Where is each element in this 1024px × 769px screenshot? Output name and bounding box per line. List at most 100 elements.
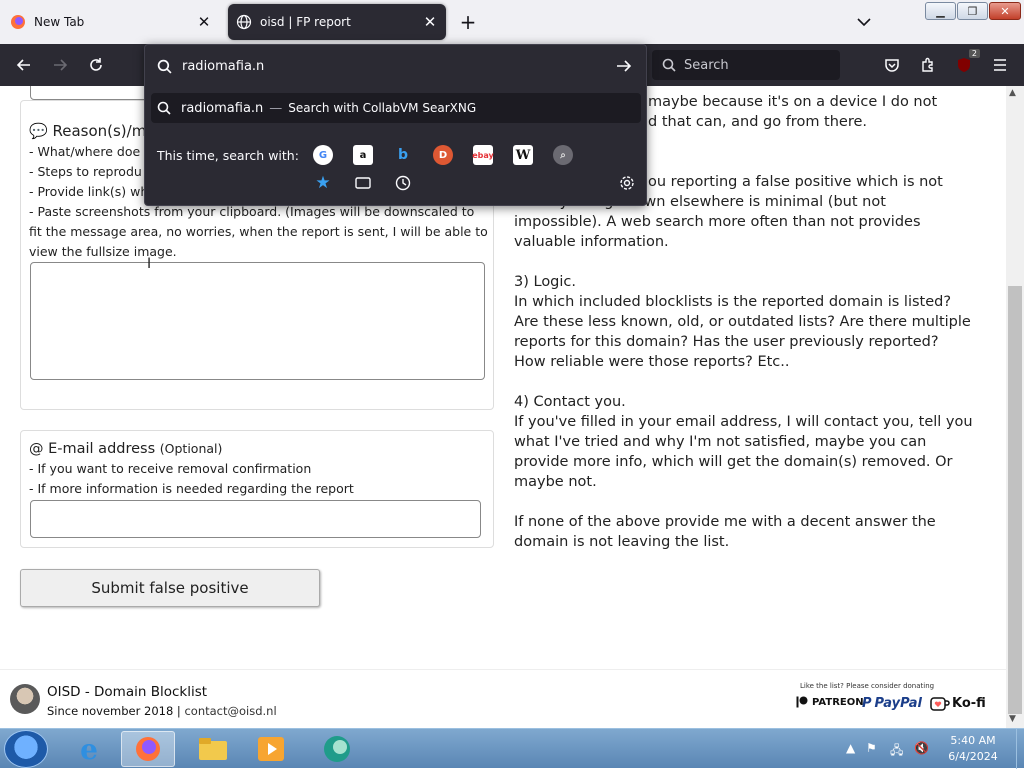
globe-icon (236, 14, 252, 30)
footer-title: OISD - Domain Blocklist (47, 684, 208, 700)
wikipedia-engine-icon[interactable]: W (513, 145, 533, 165)
email-line: - If you want to receive removal confirm… (29, 461, 312, 476)
patreon-link[interactable]: PATREON (796, 696, 864, 708)
pocket-button[interactable] (878, 51, 906, 79)
tabs-icon[interactable] (353, 173, 373, 193)
avatar (10, 684, 40, 714)
search-suggestion-row[interactable]: radiomafia.n — Search with CollabVM Sear… (151, 93, 641, 123)
close-tab-icon[interactable]: ✕ (420, 12, 440, 32)
tab-fp-report[interactable]: oisd | FP report ✕ (228, 4, 446, 40)
extensions-button[interactable] (914, 51, 942, 79)
paypal-link[interactable]: P PayPal (862, 696, 922, 711)
since-text: Since november 2018 | (47, 704, 181, 718)
history-clock-icon[interactable] (393, 173, 413, 193)
text-cursor-icon: I (147, 256, 152, 272)
info-line: How reliable were those reports? Etc.. (514, 354, 790, 370)
search-bar[interactable]: Search (652, 50, 840, 80)
info-line: reports for this domain? Has the user pr… (514, 334, 939, 350)
contact-link[interactable]: contact@oisd.nl (184, 704, 276, 718)
tab-label: oisd | FP report (260, 15, 351, 29)
app-taskbar-icon[interactable] (310, 731, 364, 767)
minimize-button[interactable]: ▁ (925, 2, 956, 20)
info-line: maybe not. (514, 474, 597, 490)
search-settings-gear-icon[interactable] (617, 173, 637, 193)
close-window-button[interactable]: ✕ (989, 2, 1021, 20)
bing-engine-icon[interactable]: b (393, 145, 413, 165)
go-arrow-icon[interactable] (610, 52, 638, 80)
pocket-icon (885, 59, 899, 72)
submit-false-positive-button[interactable]: Submit false positive (20, 569, 320, 607)
search-icon (662, 58, 676, 72)
scroll-up-icon[interactable]: ▲ (1009, 88, 1016, 98)
scroll-thumb[interactable] (1008, 286, 1022, 714)
action-center-flag-icon[interactable]: ⚑ (866, 741, 877, 755)
amazon-engine-icon[interactable]: a (353, 145, 373, 165)
forward-button[interactable] (46, 51, 74, 79)
app-menu-button[interactable] (986, 51, 1014, 79)
url-input-row (145, 45, 646, 87)
reload-button[interactable] (82, 51, 110, 79)
close-tab-icon[interactable]: ✕ (194, 12, 214, 32)
google-engine-icon[interactable]: G (313, 145, 333, 165)
search-icon (157, 59, 172, 74)
firefox-taskbar-icon[interactable] (121, 731, 175, 767)
ebay-engine-icon[interactable]: ebay (472, 145, 494, 165)
donate-note: Like the list? Please consider donating (800, 682, 935, 690)
reason-line: - What/where doe (29, 144, 141, 159)
info-line: maybe because it's on a device I do not (648, 94, 938, 110)
page-scrollbar[interactable]: ▲ ▼ (1006, 86, 1024, 728)
arrow-right-icon (54, 59, 68, 71)
info-line: valuable information. (514, 234, 669, 250)
firefox-icon (10, 14, 26, 30)
suggestion-text: radiomafia.n (181, 100, 264, 116)
start-button[interactable] (4, 730, 48, 768)
internet-explorer-taskbar-icon[interactable]: e (62, 731, 116, 767)
volume-muted-icon[interactable]: 🔇 (914, 741, 929, 755)
clock[interactable]: 5:40 AM 6/4/2024 (934, 733, 1012, 765)
paypal-label: PayPal (874, 696, 922, 711)
info-line: In which included blocklists is the repo… (514, 294, 952, 310)
reload-icon (90, 58, 102, 71)
bookmarks-star-icon[interactable]: ★ (313, 173, 333, 193)
kofi-label: Ko-fi (952, 696, 986, 711)
search-placeholder: Search (684, 57, 729, 73)
list-all-tabs-button[interactable] (852, 10, 876, 34)
email-title: @ E-mail address (29, 441, 156, 457)
puzzle-icon (922, 57, 933, 72)
oneoff-search-label: This time, search with: (157, 148, 299, 163)
paypal-icon: P (862, 696, 872, 711)
file-explorer-taskbar-icon[interactable] (186, 731, 240, 767)
url-input[interactable] (182, 58, 610, 74)
email-heading: @ E-mail address (Optional) (29, 439, 222, 459)
reason-line: view the fullsize image. (29, 244, 177, 259)
back-button[interactable] (10, 51, 38, 79)
suggestion-engine-text: Search with CollabVM SearXNG (288, 101, 477, 115)
email-line: - If more information is needed regardin… (29, 481, 354, 496)
show-desktop-button[interactable] (1016, 729, 1024, 769)
searxng-engine-icon[interactable]: ⌕ (553, 145, 573, 165)
ublock-shield-icon (958, 58, 970, 72)
tab-new-tab[interactable]: New Tab ✕ (2, 4, 220, 40)
hamburger-icon (994, 59, 1006, 71)
media-player-taskbar-icon[interactable] (244, 731, 298, 767)
reason-line: - Steps to reprodu (29, 164, 142, 179)
tab-strip: New Tab ✕ oisd | FP report ✕ + ▁ ❐ ✕ (0, 0, 1024, 44)
reason-line: fit the message area, no worries, when t… (29, 224, 488, 239)
scroll-down-icon[interactable]: ▼ (1009, 714, 1016, 724)
network-icon[interactable]: 🖧 (890, 741, 903, 762)
contact-heading: 4) Contact you. (514, 394, 626, 410)
kofi-link[interactable]: Ko-fi (930, 696, 986, 711)
email-optional-label: (Optional) (159, 441, 223, 456)
new-tab-button[interactable]: + (456, 10, 480, 34)
show-hidden-icons[interactable]: ▲ (846, 741, 855, 755)
maximize-button[interactable]: ❐ (957, 2, 988, 20)
url-dropdown-panel: radiomafia.n — Search with CollabVM Sear… (144, 44, 647, 206)
email-field[interactable] (30, 500, 481, 538)
info-line: impossible). A web search more often tha… (514, 214, 921, 230)
ublock-button[interactable]: 2 (950, 49, 980, 79)
info-line: d that can, and go from there. (648, 114, 868, 130)
duckduckgo-engine-icon[interactable]: D (433, 145, 453, 165)
reason-textarea[interactable] (30, 262, 485, 380)
clock-time: 5:40 AM (950, 734, 996, 747)
previous-field[interactable] (30, 86, 150, 100)
